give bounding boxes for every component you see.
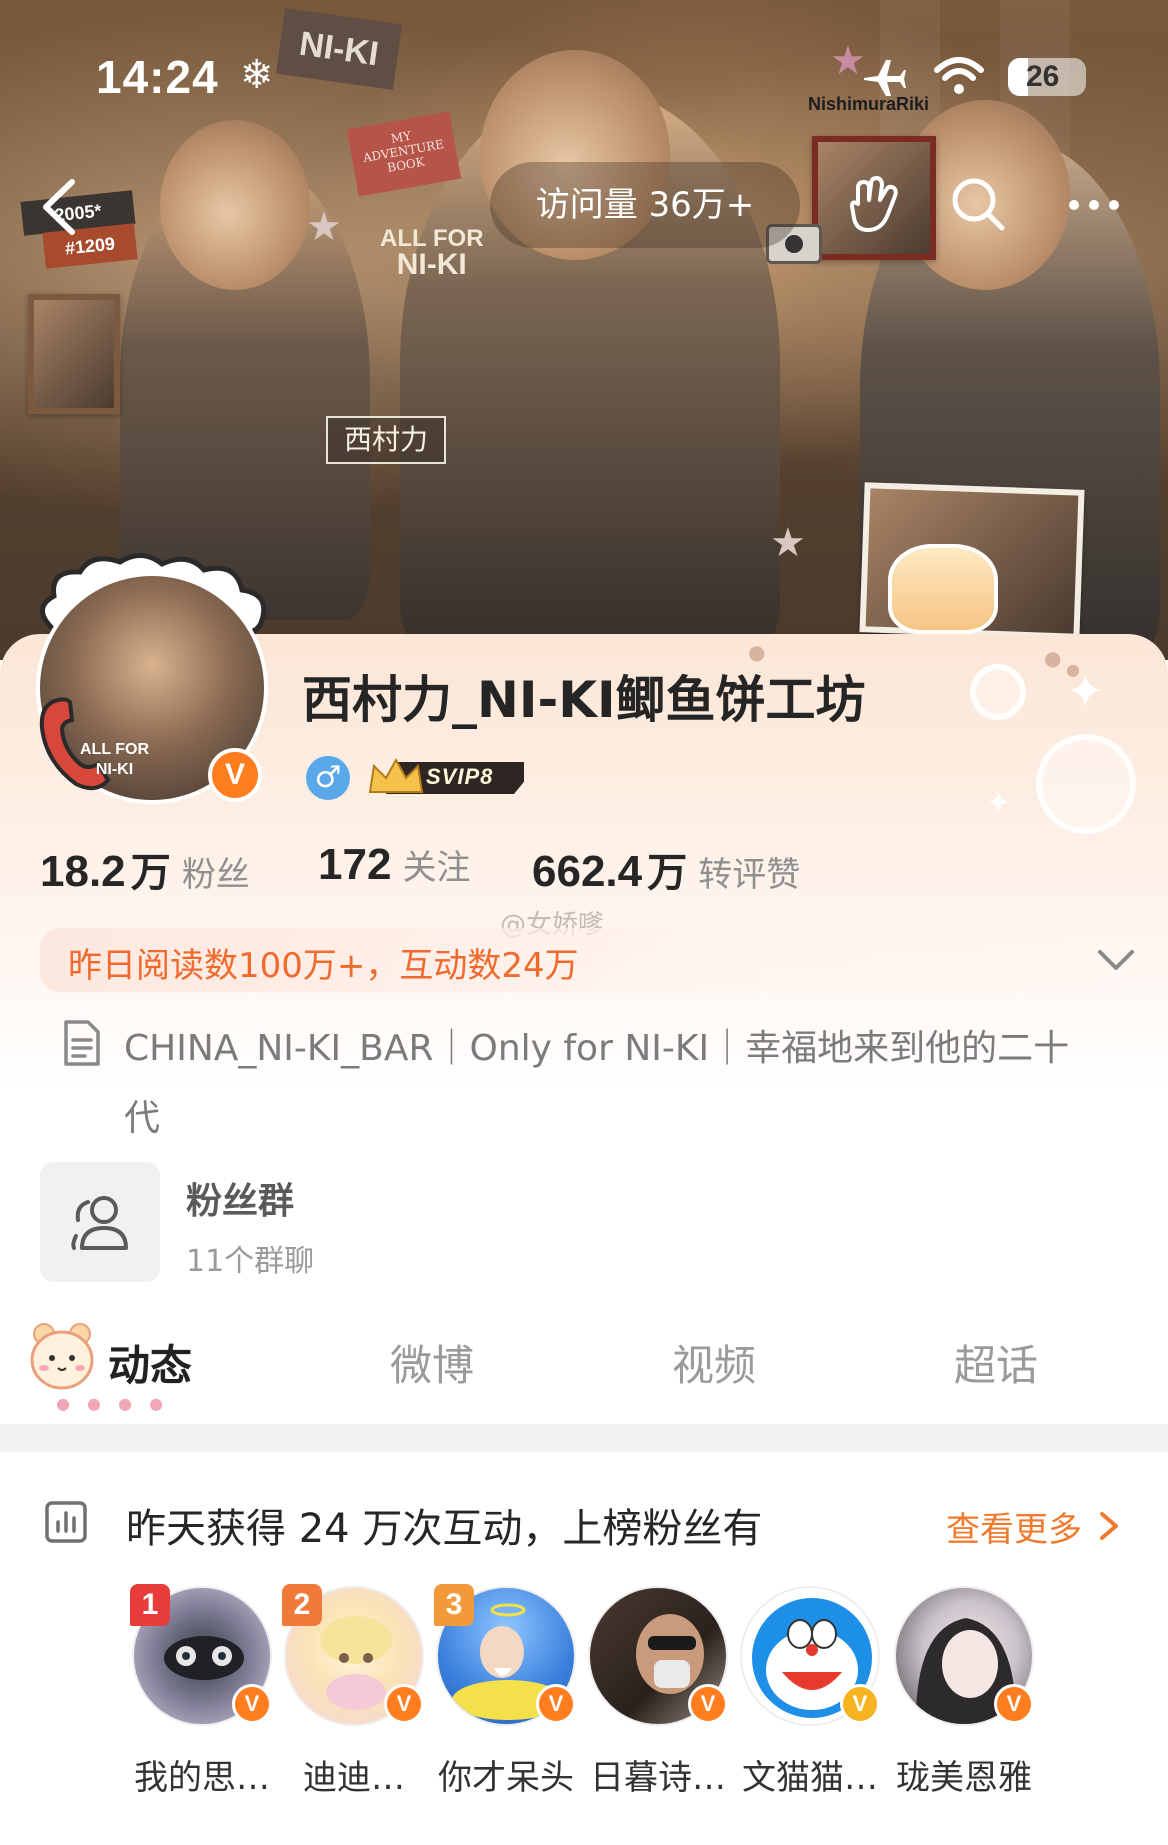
tab-weibo[interactable]: 微博 [390,1332,474,1393]
avatar-caption: ALL FOR NI-KI [80,741,150,778]
section-divider [0,1424,1168,1452]
list-item[interactable]: 2 V 迪迪… [266,1580,426,1840]
rank-badge: 2 [282,1584,322,1626]
banner-all-for-text: ALL FOR NI-KI [380,225,484,281]
fan-name: 你才呆头 [438,1758,574,1798]
bubble-decoration [970,664,1026,720]
stat-following[interactable]: 172 关注 [318,840,471,890]
battery-icon: 26 [1008,58,1086,96]
fan-name: 日暮诗… [590,1758,726,1798]
fan-name: 迪迪… [303,1758,405,1798]
wave-hand-icon[interactable] [838,170,908,240]
search-icon[interactable] [944,170,1014,240]
verified-badge-icon: V [840,1684,880,1724]
banner-brand-text: NishimuraRiki [808,94,930,114]
paw-print-icon: ● [748,640,766,664]
wifi-icon [934,57,984,94]
rank-badge: 1 [130,1584,170,1626]
profile-tabs: 动态 微博 视频 超话 [0,1310,1168,1420]
document-icon [64,1020,100,1066]
tab-super-topic[interactable]: 超话 [954,1332,1038,1393]
fan-name: 我的思… [134,1758,270,1798]
paw-print-icon: ● [1044,646,1062,670]
status-time: 14:24 [96,51,219,103]
profile-bio[interactable]: CHINA_NI-KI_BAR｜Only for NI-KI｜幸福地来到他的二十… [124,1014,1084,1154]
list-item[interactable]: V 日暮诗… [570,1580,730,1840]
more-icon[interactable] [1060,170,1130,240]
tab-dynamics[interactable]: 动态 [108,1332,192,1393]
male-gender-icon: ♂ [306,756,350,800]
battery-level: 26 [1026,60,1060,93]
back-icon[interactable] [30,172,90,242]
tab-video[interactable]: 视频 [672,1332,756,1393]
fan-group-button[interactable] [40,1162,160,1282]
stat-reposts-likes[interactable]: 662.4 万 转评赞 [532,840,800,898]
fan-group-count: 11个群聊 [186,1244,315,1279]
reads-summary-bar[interactable]: 昨日阅读数100万+，互动数24万 [40,928,1134,992]
paw-print-icon: ● [1066,660,1080,679]
view-more-link[interactable]: 查看更多 [946,1502,1082,1551]
star-icon: ★ [306,204,342,250]
dessert-sticker [888,544,998,634]
top-fans-list: 1 V 我的思… 2 V 迪迪… 3 V 你才呆头 V 日暮诗… V 文猫猫… [0,1580,1168,1845]
visit-count[interactable]: 访问量 36万+ [490,162,800,248]
svip-level: SVIP8 [426,764,494,789]
list-item[interactable]: V 文猫猫… [722,1580,882,1840]
profile-username: 西村力_NI-KI鲫鱼饼工坊 [302,671,866,729]
stat-followers[interactable]: 18.2 万 粉丝 [40,840,250,898]
ranking-title: 昨天获得 24 万次互动，上榜粉丝有 [126,1506,763,1552]
group-users-icon [71,1196,128,1250]
status-bar: 14:24 ❄ 26 NishimuraRiki [0,0,1168,150]
reads-summary-text: 昨日阅读数100万+，互动数24万 [68,946,579,986]
list-item[interactable]: 3 V 你才呆头 [418,1580,578,1840]
verified-badge-icon: V [994,1684,1034,1724]
fan-name: 文猫猫… [742,1758,878,1798]
chevron-right-icon[interactable] [1096,1506,1122,1546]
fan-name: 珑美恩雅 [896,1758,1032,1798]
star-icon: ★ [770,520,806,566]
chevron-down-icon[interactable] [1092,938,1140,982]
rank-badge: 3 [434,1584,474,1626]
list-item[interactable]: V 珑美恩雅 [876,1580,1036,1840]
snowflake-icon: ❄ [240,52,274,98]
list-item[interactable]: 1 V 我的思… [114,1580,274,1840]
fan-group-title[interactable]: 粉丝群 [186,1172,294,1224]
airplane-icon [864,60,906,96]
banner-polaroid [28,294,120,414]
bar-chart-icon [45,1501,87,1543]
bubble-decoration [1036,734,1136,834]
sparkle-icon: ✦ [986,786,1012,821]
banner-name-badge: 西村力 [326,416,446,464]
verified-badge-icon: V [208,748,262,802]
